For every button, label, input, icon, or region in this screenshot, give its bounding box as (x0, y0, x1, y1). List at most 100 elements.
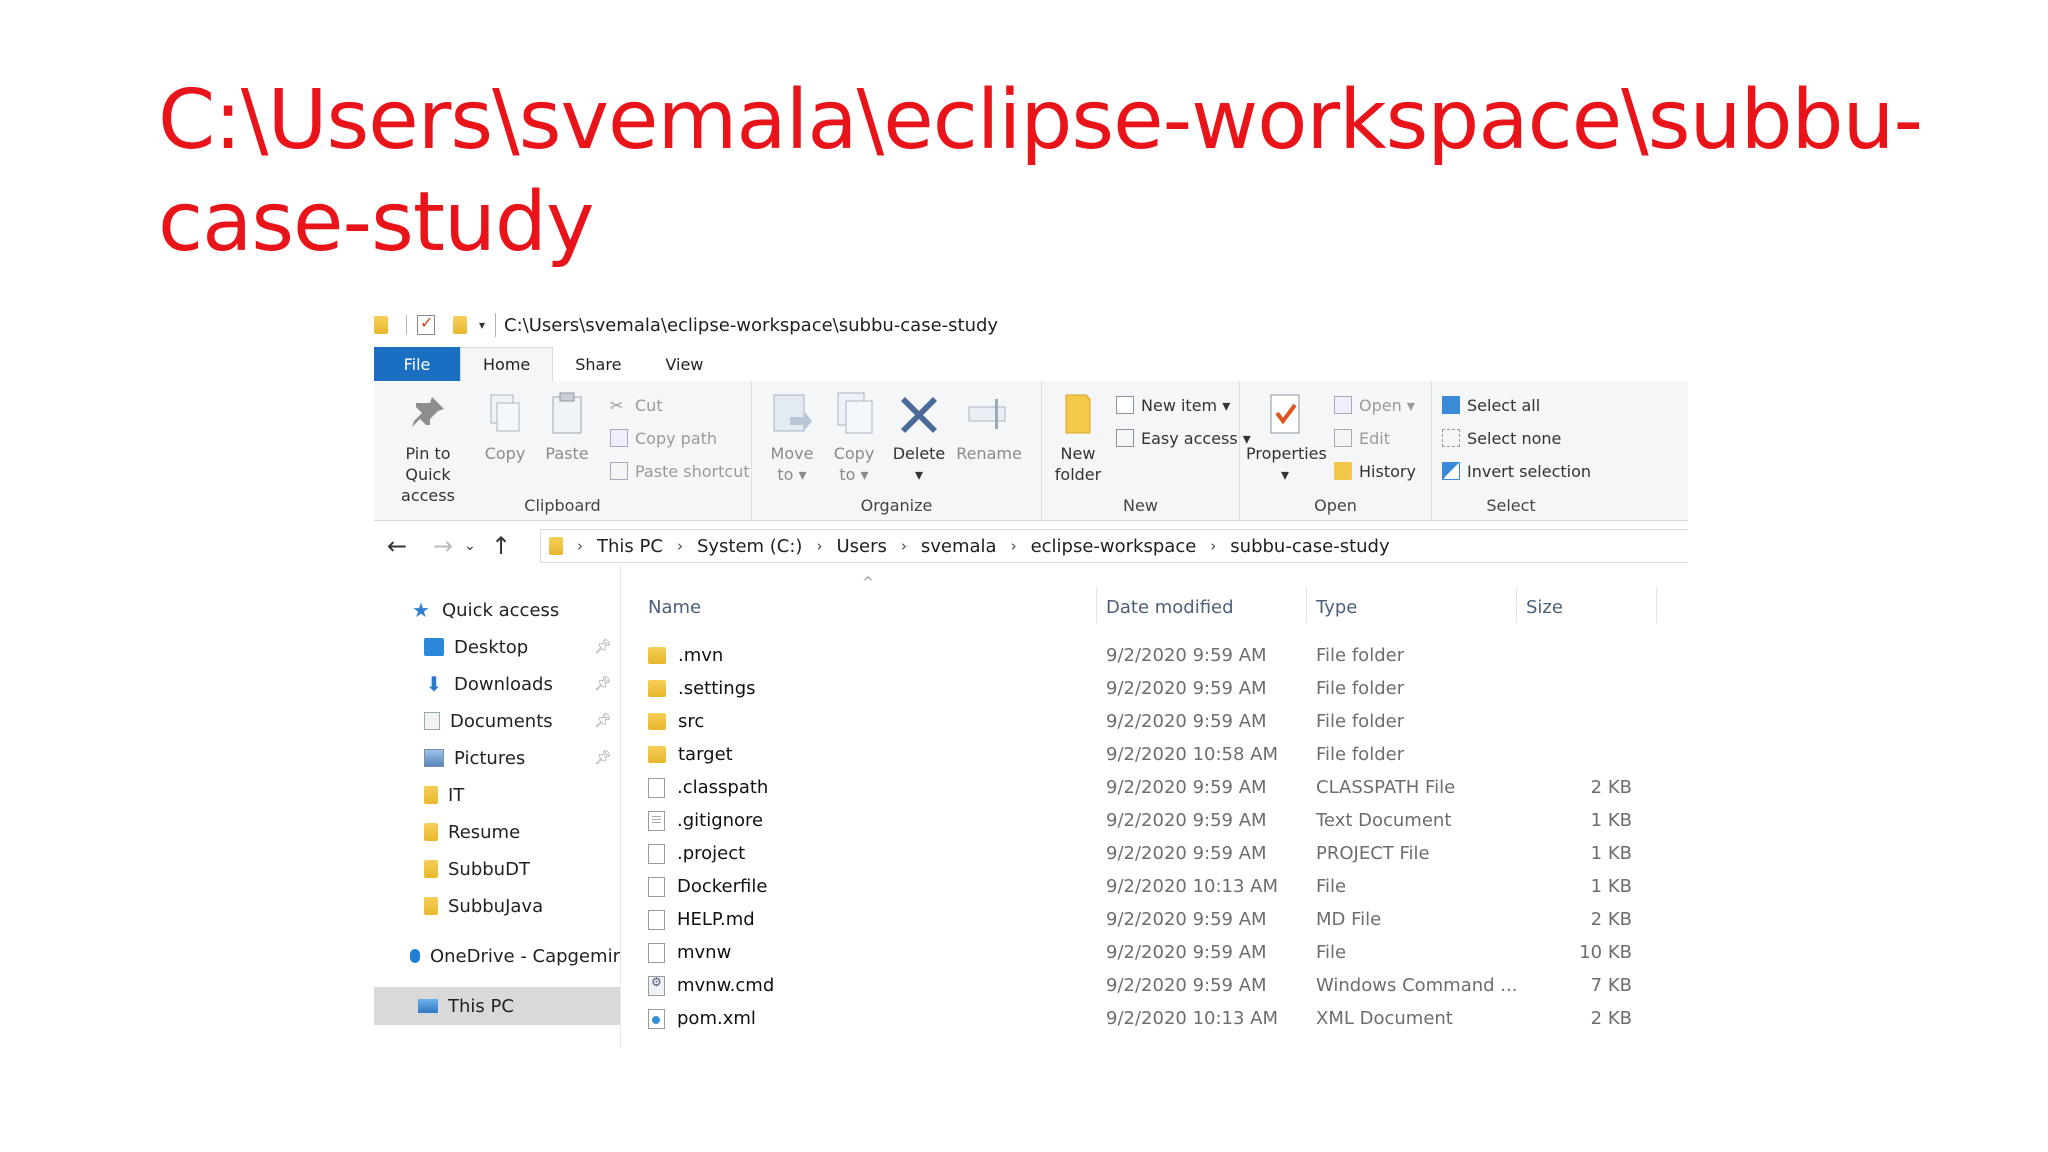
copy-label: Copy (484, 444, 526, 463)
file-size (1526, 672, 1632, 705)
copy-button[interactable]: Copy (478, 391, 532, 464)
table-row[interactable]: mvnw 9/2/2020 9:59 AM File 10 KB (630, 936, 1688, 969)
breadcrumb-system-c[interactable]: System (C:) (697, 536, 803, 557)
sidebar-item-desktop[interactable]: Desktop 📌︎ (374, 630, 620, 664)
sidebar-item-subbudt[interactable]: SubbuDT (374, 852, 620, 886)
sidebar-item-it[interactable]: IT (374, 778, 620, 812)
column-divider[interactable] (1096, 587, 1097, 623)
table-row[interactable]: target 9/2/2020 10:58 AM File folder (630, 738, 1688, 771)
breadcrumb-chevron-icon[interactable]: › (577, 537, 583, 555)
table-row[interactable]: src 9/2/2020 9:59 AM File folder (630, 705, 1688, 738)
column-divider[interactable] (1656, 587, 1657, 623)
sidebar-item-pictures[interactable]: Pictures 📌︎ (374, 741, 620, 775)
pin-to-quick-access-button[interactable]: Pin to Quick access (382, 391, 474, 506)
breadcrumb-eclipse-workspace[interactable]: eclipse-workspace (1031, 536, 1197, 557)
pin-icon[interactable]: 📌︎ (594, 639, 612, 655)
navigation-pane: ★ Quick access Desktop 📌︎ ⬇ Downloads 📌︎… (374, 593, 620, 1048)
breadcrumb-chevron-icon[interactable]: › (901, 537, 907, 555)
table-row[interactable]: .mvn 9/2/2020 9:59 AM File folder (630, 639, 1688, 672)
select-none-button[interactable]: Select none (1442, 424, 1561, 452)
sidebar-item-documents[interactable]: Documents 📌︎ (374, 704, 620, 738)
sidebar-item-label: SubbuDT (448, 858, 530, 880)
copy-to-button[interactable]: Copy to ▾ (826, 391, 882, 485)
column-header-size[interactable]: Size (1526, 587, 1563, 627)
delete-button[interactable]: Delete ▾ (888, 391, 950, 485)
cut-button[interactable]: ✂ Cut (610, 391, 663, 419)
column-divider[interactable] (1306, 587, 1307, 623)
table-row[interactable]: HELP.md 9/2/2020 9:59 AM MD File 2 KB (630, 903, 1688, 936)
rename-button[interactable]: Rename (956, 391, 1022, 464)
up-arrow-icon[interactable]: ↑ (484, 532, 518, 560)
sidebar-item-onedrive[interactable]: OneDrive - Capgemir (374, 939, 620, 973)
pane-splitter[interactable] (620, 565, 621, 1048)
sidebar-item-downloads[interactable]: ⬇ Downloads 📌︎ (374, 667, 620, 701)
documents-icon (424, 712, 440, 730)
organize-group: Move to ▾ Copy to ▾ Delete ▾ Rename Orga… (752, 381, 1042, 521)
select-all-button[interactable]: Select all (1442, 391, 1540, 419)
table-row[interactable]: .settings 9/2/2020 9:59 AM File folder (630, 672, 1688, 705)
open-group: Properties ▾ Open ▾ Edit History Open (1240, 381, 1432, 521)
back-arrow-icon[interactable]: ← (380, 532, 414, 560)
table-row[interactable]: .classpath 9/2/2020 9:59 AM CLASSPATH File… (630, 771, 1688, 804)
paste-shortcut-button[interactable]: Paste shortcut (610, 457, 750, 485)
cloud-icon (410, 949, 420, 963)
sidebar-item-this-pc[interactable]: This PC (374, 987, 620, 1025)
edit-button[interactable]: Edit (1334, 424, 1390, 452)
table-row[interactable]: Dockerfile 9/2/2020 10:13 AM File 1 KB (630, 870, 1688, 903)
tab-file[interactable]: File (374, 347, 460, 381)
new-folder-button[interactable]: New folder (1050, 391, 1106, 485)
new-item-button[interactable]: New item ▾ (1116, 391, 1230, 419)
breadcrumb-chevron-icon[interactable]: › (1210, 537, 1216, 555)
easy-access-icon (1116, 429, 1134, 447)
history-button[interactable]: History (1334, 457, 1416, 485)
sidebar-item-subbujava[interactable]: SubbuJava (374, 889, 620, 923)
customize-toolbar-chevron-icon[interactable]: ▾ (479, 318, 485, 332)
column-header-date-modified[interactable]: Date modified (1106, 587, 1234, 627)
pin-icon[interactable]: 📌︎ (594, 676, 612, 692)
tab-view[interactable]: View (643, 347, 725, 381)
slide: C:\Users\svemala\eclipse-workspace\subbu… (0, 0, 2048, 1152)
slide-title-line-2: case-study (158, 175, 595, 270)
breadcrumb-svemala[interactable]: svemala (921, 536, 997, 557)
invert-selection-button[interactable]: Invert selection (1442, 457, 1591, 485)
open-button[interactable]: Open ▾ (1334, 391, 1415, 419)
table-row[interactable]: mvnw.cmd 9/2/2020 9:59 AM Windows Command … (630, 969, 1688, 1002)
breadcrumb-users[interactable]: Users (836, 536, 886, 557)
forward-arrow-icon[interactable]: → (426, 532, 460, 560)
properties-button[interactable]: Properties ▾ (1246, 391, 1327, 485)
copy-path-button[interactable]: Copy path (610, 424, 717, 452)
column-header-name[interactable]: Name (648, 587, 701, 627)
new-folder-icon (1056, 391, 1100, 435)
new-folder-quick-icon[interactable] (453, 316, 467, 334)
clipboard-group: Pin to Quick access Copy Paste ✂ Cut Cop… (374, 381, 752, 521)
column-divider[interactable] (1516, 587, 1517, 623)
folder-icon (424, 860, 438, 878)
tab-home[interactable]: Home (460, 347, 554, 381)
address-bar[interactable]: › This PC › System (C:) › Users › svemal… (540, 529, 1688, 563)
breadcrumb-chevron-icon[interactable]: › (816, 537, 822, 555)
sidebar-item-quick-access[interactable]: ★ Quick access (374, 593, 620, 627)
breadcrumb-chevron-icon[interactable]: › (677, 537, 683, 555)
recent-locations-chevron-icon[interactable]: ⌄ (460, 538, 480, 554)
breadcrumb-chevron-icon[interactable]: › (1011, 537, 1017, 555)
properties-quick-icon[interactable] (417, 313, 435, 335)
tab-share[interactable]: Share (553, 347, 643, 381)
breadcrumb-this-pc[interactable]: This PC (597, 536, 663, 557)
column-header-type[interactable]: Type (1316, 587, 1357, 627)
pin-icon[interactable]: 📌︎ (594, 750, 612, 766)
move-to-button[interactable]: Move to ▾ (764, 391, 820, 485)
breadcrumb-subbu-case-study[interactable]: subbu-case-study (1230, 536, 1389, 557)
copy-to-icon (832, 391, 876, 435)
paste-button[interactable]: Paste (540, 391, 594, 464)
easy-access-button[interactable]: Easy access ▾ (1116, 424, 1251, 452)
file-size: 1 KB (1590, 876, 1632, 897)
sidebar-item-resume[interactable]: Resume (374, 815, 620, 849)
table-row[interactable]: .gitignore 9/2/2020 9:59 AM Text Document 1… (630, 804, 1688, 837)
file-name-cell: .classpath (648, 771, 768, 804)
table-row[interactable]: pom.xml 9/2/2020 10:13 AM XML Document 2 KB (630, 1002, 1688, 1035)
divider (495, 313, 497, 337)
table-row[interactable]: .project 9/2/2020 9:59 AM PROJECT File 1 KB (630, 837, 1688, 870)
pin-icon[interactable]: 📌︎ (594, 713, 612, 729)
file-name: .gitignore (677, 810, 764, 831)
file-size: 1 KB (1590, 810, 1632, 831)
